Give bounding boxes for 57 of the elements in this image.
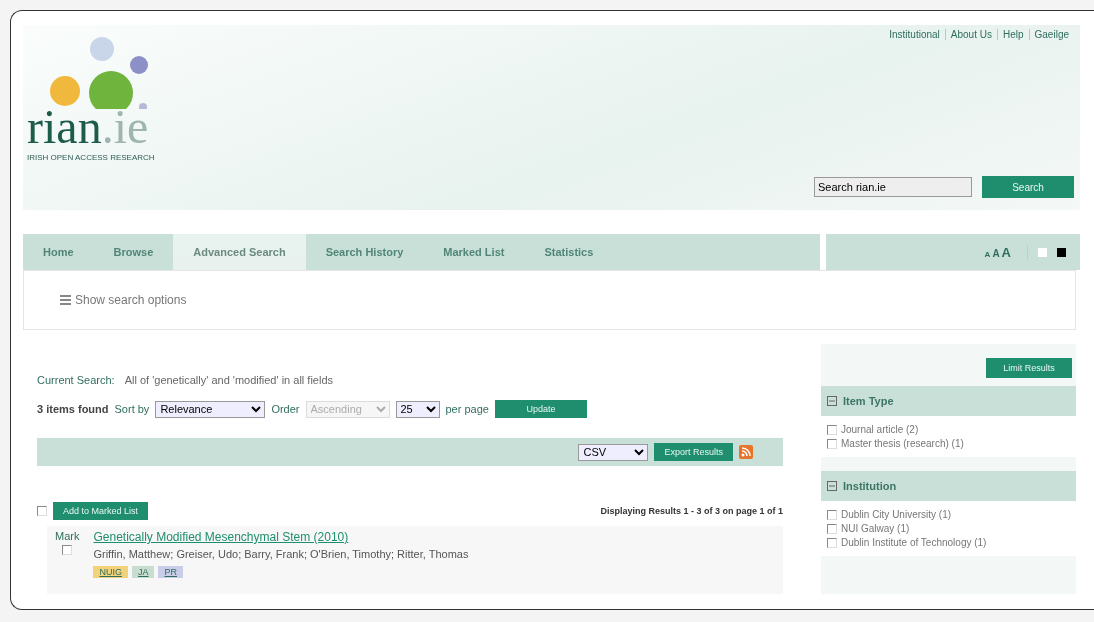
add-to-marked-list-button[interactable]: Add to Marked List [53, 502, 149, 520]
nav-tab[interactable]: Browse [93, 234, 174, 270]
mark-label: Mark [55, 530, 80, 542]
checkbox[interactable] [827, 438, 837, 449]
update-button[interactable]: Update [494, 400, 587, 418]
nav-tab[interactable]: Statistics [524, 234, 614, 270]
per-page-label: per page [445, 403, 489, 415]
result-tag[interactable]: NUIG [93, 566, 128, 578]
font-size-link[interactable]: A [1001, 244, 1011, 260]
export-button[interactable]: Export Results [654, 443, 733, 461]
facet-option-label[interactable]: NUI Galway (1) [841, 523, 910, 534]
dark-contrast-icon[interactable] [1057, 247, 1066, 257]
items-found-text: 3 items found [37, 403, 109, 415]
export-format-dropdown[interactable]: CSV [578, 443, 649, 461]
nav-tab[interactable]: Home [23, 234, 94, 270]
current-search-text: All of 'genetically' and 'modified' in all fields [124, 374, 333, 386]
facet-option-label[interactable]: Master thesis (research) (1) [841, 438, 964, 449]
checkbox[interactable] [827, 537, 837, 548]
nav-tab[interactable]: Marked List [423, 234, 525, 270]
checkbox[interactable] [827, 523, 837, 534]
logo-tagline: IRISH OPEN ACCESS RESEARCH [27, 153, 156, 162]
header-link[interactable]: Institutional [884, 29, 945, 40]
result-tag[interactable]: JA [131, 566, 155, 578]
current-search-label: Current Search: [37, 374, 115, 386]
limit-results-button[interactable]: Limit Results [986, 358, 1072, 378]
font-size-link[interactable]: A [984, 249, 991, 259]
menu-icon[interactable] [60, 295, 71, 305]
facet-title: Item Type [843, 395, 894, 407]
checkbox[interactable] [37, 506, 47, 516]
facet-option-label[interactable]: Dublin City University (1) [841, 509, 952, 520]
header-link[interactable]: Gaeilge [1028, 29, 1074, 40]
font-size-link[interactable]: A [992, 247, 1000, 259]
sort-label: Sort by [114, 403, 150, 415]
collapse-icon[interactable] [827, 396, 837, 406]
result-tag[interactable]: PR [158, 566, 183, 578]
facet-title: Institution [843, 480, 897, 492]
facet-option-label[interactable]: Journal article (2) [841, 424, 919, 435]
result-title-link[interactable]: Genetically Modified Mesenchymal Stem (2010) [93, 530, 349, 544]
nav-tab[interactable]: Advanced Search [173, 234, 306, 270]
header-link[interactable]: Help [996, 29, 1029, 40]
collapse-icon[interactable] [827, 481, 837, 491]
search-options-link[interactable]: Show search options [75, 293, 187, 307]
checkbox[interactable] [62, 545, 73, 555]
per-page-dropdown[interactable]: 25 [395, 400, 440, 418]
displaying-results-text: Displaying Results 1 - 3 of 3 on page 1 of 1 [600, 506, 783, 516]
order-label: Order [271, 403, 300, 415]
header-link[interactable]: About Us [944, 29, 997, 40]
checkbox[interactable] [827, 424, 837, 435]
sort-dropdown[interactable]: Relevance [155, 400, 266, 418]
search-button[interactable]: Search [982, 176, 1074, 198]
search-field[interactable]: Search rian.ie [814, 177, 972, 197]
result-authors: Griffin, Matthew; Greiser, Udo; Barry, Frank; O'Brien, Timothy; Ritter, Thomas [93, 548, 469, 560]
logo-wordmark[interactable]: rian.ie [27, 103, 157, 151]
nav-tab[interactable]: Search History [305, 234, 424, 270]
rss-icon[interactable] [739, 445, 753, 459]
facet-option-label[interactable]: Dublin Institute of Technology (1) [841, 537, 987, 548]
checkbox[interactable] [827, 509, 837, 520]
